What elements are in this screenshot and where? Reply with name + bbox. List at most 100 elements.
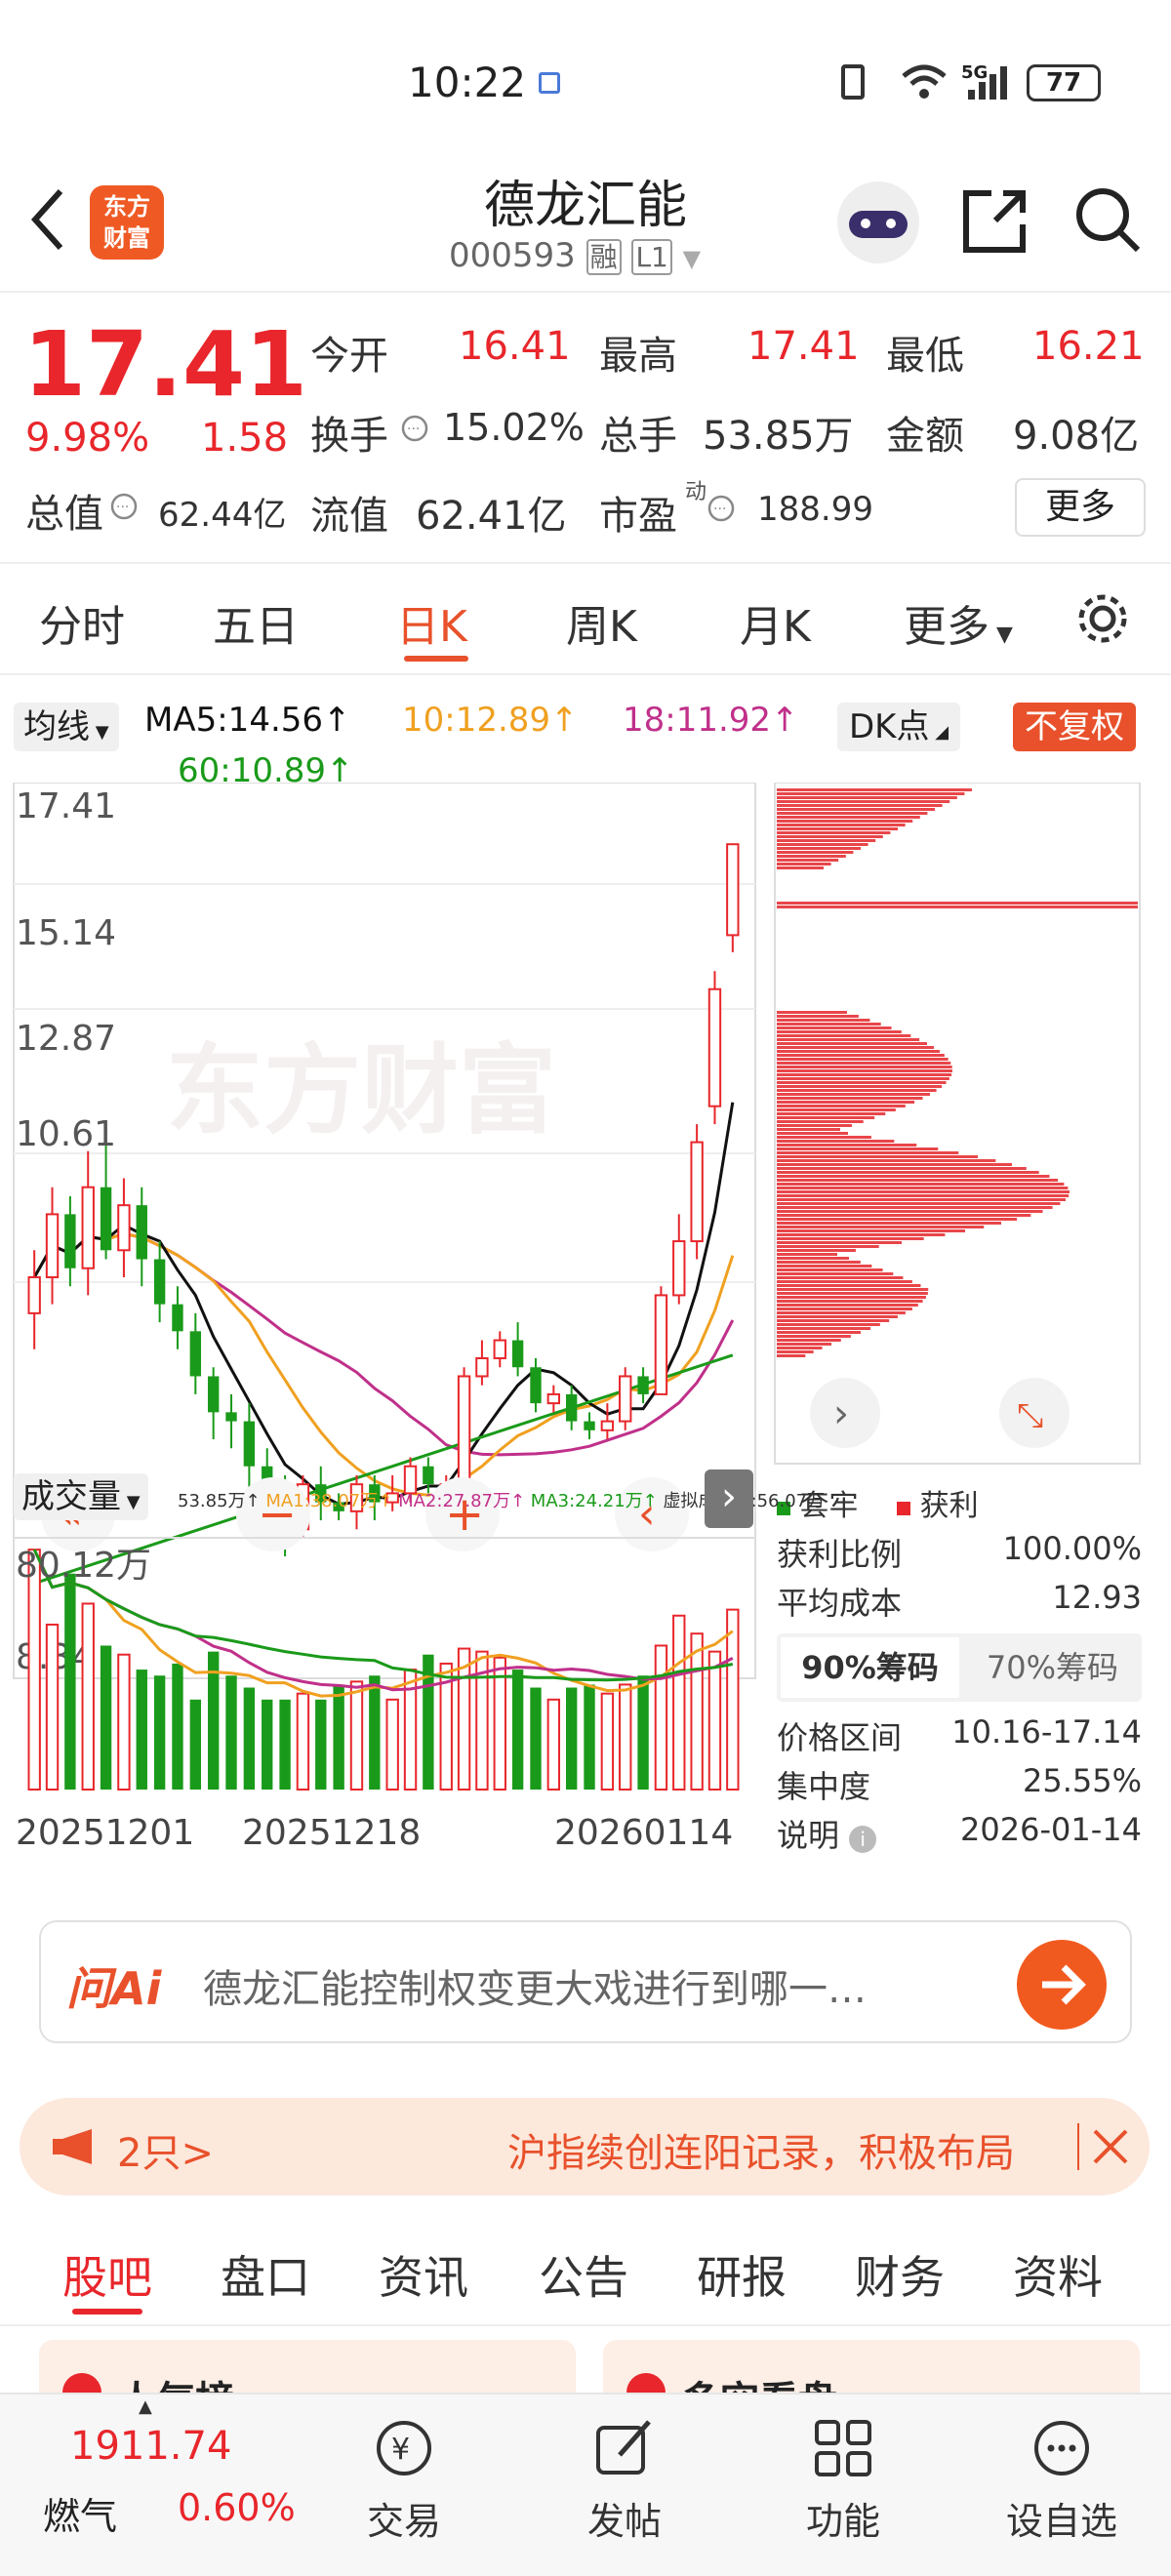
tab-profile[interactable]: 资料	[1013, 2242, 1103, 2307]
chip-bar	[777, 1147, 939, 1150]
adjust-toggle[interactable]: 不复权	[1013, 703, 1136, 751]
candle	[457, 1375, 471, 1486]
chip-bar	[777, 843, 868, 846]
volume-bar	[584, 1684, 595, 1790]
margin-tag: 融	[586, 239, 622, 275]
tab-announcements[interactable]: 公告	[539, 2242, 628, 2307]
chip-bar	[777, 1054, 945, 1057]
tab-daily-k[interactable]: 日K	[396, 591, 467, 654]
tab-intraday[interactable]: 分时	[39, 591, 125, 654]
nav-post[interactable]: 发帖	[546, 2414, 703, 2545]
search-icon[interactable]	[1071, 183, 1144, 256]
close-icon[interactable]	[1091, 2127, 1130, 2166]
chip-bar	[777, 1155, 979, 1158]
nav-trade[interactable]: ¥ 交易	[326, 2414, 482, 2545]
info-icon[interactable]: ···	[109, 492, 139, 521]
chip-bar	[777, 1034, 911, 1037]
price-axis-label: 15.14	[16, 913, 116, 953]
volume-chart[interactable]: 80.12万	[0, 1534, 761, 1827]
chip-bar	[777, 906, 1138, 908]
vibrate-icon	[841, 64, 865, 100]
index-widget[interactable]: ▲ 1911.74 燃气 0.60%	[20, 2395, 312, 2551]
ai-section: 问Ai 德龙汇能控制权变更大戏进行到哪一…	[0, 1885, 1171, 2080]
chip-bar	[777, 1167, 1027, 1170]
kline-chart-area: 均线 ▼ MA5:14.56↑ 10:12.89↑ 18:11.92↑ 60:1…	[0, 675, 1171, 1885]
info-icon[interactable]: i	[849, 1826, 877, 1853]
tab-weekly-k[interactable]: 周K	[566, 591, 637, 654]
wifi-icon	[902, 64, 947, 99]
robot-avatar[interactable]	[837, 181, 919, 263]
notice-text: 沪指续创连阳记录，积极布局	[507, 2131, 1015, 2176]
stock-header: 东方 财富 德龙汇能 000593 融 L1 ▼	[0, 156, 1171, 293]
chip-bar	[777, 1089, 937, 1092]
tab-chip-90[interactable]: 90%筹码	[781, 1637, 959, 1698]
turnover-label: 换手	[310, 414, 388, 459]
candle	[565, 1393, 578, 1422]
chip-bar	[777, 800, 950, 803]
volume-bar	[279, 1699, 291, 1790]
notice-count: 2只>	[117, 2131, 214, 2176]
volume-bar	[546, 1698, 561, 1791]
chip-bar	[777, 1159, 996, 1162]
chip-bar	[777, 1175, 1050, 1178]
up-triangle-icon: ▲	[139, 2396, 152, 2417]
volume-expand-button[interactable]: ›	[705, 1469, 753, 1528]
info-icon[interactable]: ···	[707, 494, 736, 523]
date-label: 20251201	[16, 1813, 195, 1853]
chip-bar	[777, 1249, 856, 1252]
chip-bar	[777, 1136, 871, 1139]
last-price: 17.41	[23, 312, 308, 417]
tab-guba[interactable]: 股吧	[62, 2242, 152, 2307]
chip-bar	[777, 1257, 849, 1260]
candle	[45, 1213, 60, 1278]
tab-5day[interactable]: 五日	[213, 591, 299, 654]
stock-code-row[interactable]: 000593 融 L1 ▼	[449, 236, 701, 275]
candle	[189, 1331, 202, 1377]
chip-bar	[777, 1066, 952, 1068]
watermark: 东方财富	[166, 1033, 556, 1147]
tab-chip-70[interactable]: 70%筹码	[963, 1633, 1142, 1702]
chip-bar	[777, 1331, 861, 1334]
candle	[207, 1376, 220, 1413]
chip-bar	[777, 1343, 831, 1346]
tab-monthly-k[interactable]: 月K	[740, 591, 811, 654]
price-axis-label: 12.87	[16, 1019, 116, 1059]
card-popularity[interactable]: 人气榜	[39, 2340, 576, 2395]
ai-logo: 问Ai	[66, 1962, 162, 2015]
dk-point-select[interactable]: DK点 ◢	[837, 703, 961, 751]
volume-select[interactable]: 成交量 ▼	[14, 1473, 148, 1520]
info-icon[interactable]: ···	[400, 414, 429, 443]
tab-more[interactable]: 更多 ▼	[904, 591, 1013, 654]
gear-icon[interactable]	[1073, 589, 1132, 648]
battery-icon: 77	[1027, 64, 1101, 101]
volume-bar	[117, 1653, 131, 1791]
low-value: 16.21	[1032, 324, 1145, 369]
tab-news[interactable]: 资讯	[379, 2242, 468, 2307]
volume-bar	[333, 1684, 344, 1790]
chip-bar	[777, 1319, 890, 1322]
volume-bar	[565, 1687, 578, 1790]
volume-bar	[172, 1663, 183, 1790]
tab-pankou[interactable]: 盘口	[221, 2242, 310, 2307]
ma-select[interactable]: 均线 ▼	[14, 703, 119, 751]
svg-text:···: ···	[116, 500, 129, 515]
ai-send-button[interactable]	[1017, 1940, 1107, 2030]
chip-bar	[777, 1288, 929, 1291]
candle	[619, 1375, 632, 1423]
ai-input[interactable]: 问Ai 德龙汇能控制权变更大戏进行到哪一…	[39, 1920, 1132, 2043]
notice-bar[interactable]: 2只> 沪指续创连阳记录，积极布局	[20, 2098, 1150, 2195]
candle	[584, 1421, 595, 1430]
card-icon	[626, 2373, 666, 2395]
more-button[interactable]: 更多	[1015, 478, 1146, 537]
candle	[511, 1340, 524, 1368]
volume-bar	[600, 1692, 615, 1791]
nav-functions[interactable]: 功能	[765, 2414, 921, 2545]
price-axis-label: 17.41	[16, 786, 116, 826]
tab-research[interactable]: 研报	[697, 2242, 787, 2307]
nav-add-watchlist[interactable]: 设自选	[984, 2414, 1140, 2545]
chip-bar	[777, 1101, 915, 1104]
card-longshort[interactable]: 多空看盘	[603, 2340, 1140, 2395]
share-icon[interactable]	[958, 185, 1030, 258]
tab-finance[interactable]: 财务	[855, 2242, 945, 2307]
candle	[690, 1141, 704, 1243]
